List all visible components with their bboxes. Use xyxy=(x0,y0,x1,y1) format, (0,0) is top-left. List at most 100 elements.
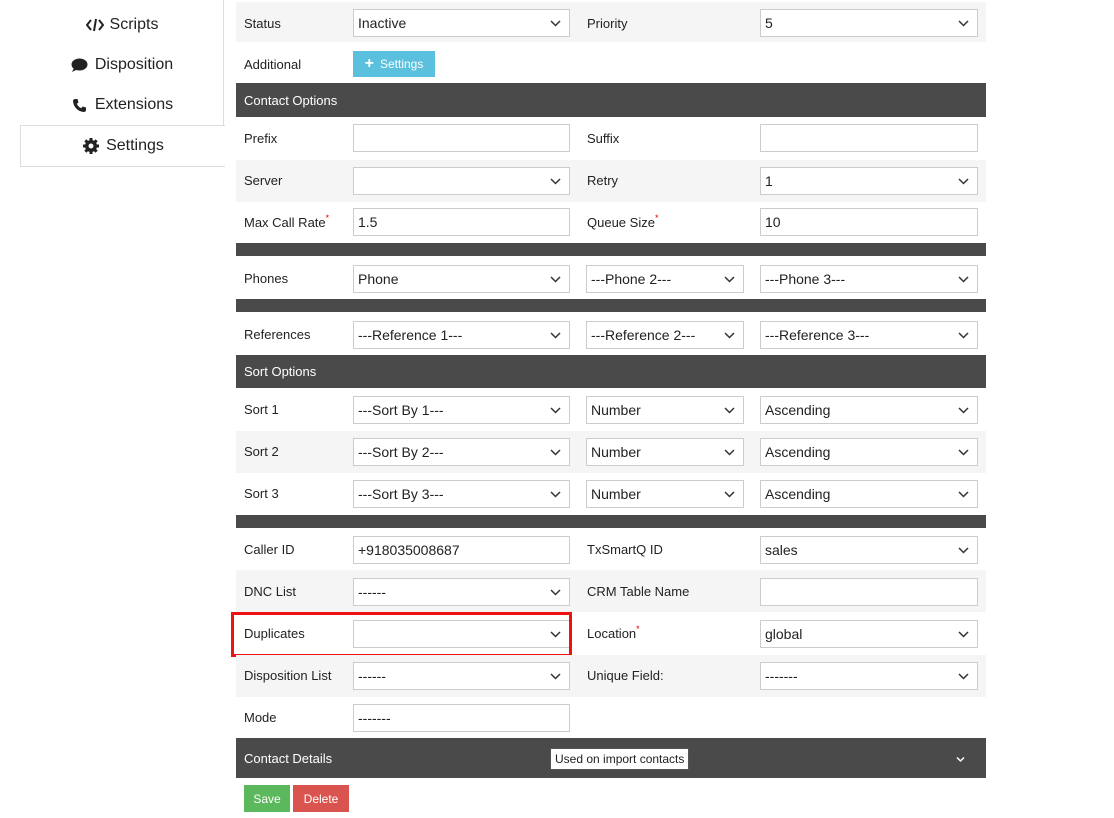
crm-table-label: CRM Table Name xyxy=(587,584,690,599)
dnc-list-value: ------ xyxy=(358,584,386,600)
sort-2-label: Sort 2 xyxy=(244,444,279,459)
caller-id-label: Caller ID xyxy=(244,542,295,557)
phone-3-value: ---Phone 3--- xyxy=(765,271,846,287)
prefix-label: Prefix xyxy=(244,131,278,146)
sort-3-by-select[interactable]: ---Sort By 3--- xyxy=(353,480,570,508)
crm-table-input[interactable] xyxy=(760,578,978,606)
sort-2-type-select[interactable]: Number xyxy=(586,438,744,466)
sort-2-order-select[interactable]: Ascending xyxy=(760,438,978,466)
delete-button[interactable]: Delete xyxy=(293,785,349,812)
max-call-rate-value: 1.5 xyxy=(358,214,378,230)
phones-label: Phones xyxy=(244,271,289,286)
chevron-down-icon xyxy=(958,332,969,339)
chevron-down-icon xyxy=(550,20,561,27)
phone-3-select[interactable]: ---Phone 3--- xyxy=(760,265,978,293)
location-text: Location xyxy=(587,626,637,641)
chevron-down-icon xyxy=(724,332,735,339)
unique-field-value: ------- xyxy=(765,668,798,684)
chevron-down-icon xyxy=(550,178,561,185)
server-label: Server xyxy=(244,173,283,188)
priority-value: 5 xyxy=(765,15,773,31)
priority-select[interactable]: 5 xyxy=(760,9,978,37)
divider-bar xyxy=(236,299,986,312)
txsmartq-id-label: TxSmartQ ID xyxy=(587,542,663,557)
sort-2-order-value: Ascending xyxy=(765,444,831,460)
reference-2-value: ---Reference 2--- xyxy=(591,327,696,343)
chevron-down-icon xyxy=(550,449,561,456)
gear-icon xyxy=(82,137,100,155)
sidebar-item-disposition[interactable]: Disposition xyxy=(20,45,224,85)
divider-bar xyxy=(236,243,986,256)
chevron-down-icon xyxy=(550,276,561,283)
reference-2-select[interactable]: ---Reference 2--- xyxy=(586,321,744,349)
sidebar-item-label: Disposition xyxy=(94,56,174,73)
mode-label: Mode xyxy=(244,710,277,725)
sort-3-by-value: ---Sort By 3--- xyxy=(358,486,444,502)
suffix-input[interactable] xyxy=(760,124,978,152)
additional-settings-button[interactable]: + Settings xyxy=(353,51,435,77)
sort-3-type-value: Number xyxy=(591,486,641,502)
mode-input[interactable]: ------- xyxy=(353,704,570,732)
chevron-down-icon xyxy=(550,491,561,498)
chevron-down-icon xyxy=(724,491,735,498)
plus-icon: + xyxy=(364,55,374,72)
phone-1-select[interactable]: Phone xyxy=(353,265,570,293)
required-marker: * xyxy=(636,624,640,634)
chevron-down-icon xyxy=(958,491,969,498)
save-button[interactable]: Save xyxy=(244,785,290,812)
max-call-rate-input[interactable]: 1.5 xyxy=(353,208,570,236)
section-title: Contact Details xyxy=(244,750,333,766)
chevron-down-icon xyxy=(958,178,969,185)
sort-1-type-select[interactable]: Number xyxy=(586,396,744,424)
queue-size-text: Queue Size xyxy=(587,215,655,230)
phone-2-value: ---Phone 2--- xyxy=(591,271,672,287)
chevron-down-icon xyxy=(724,449,735,456)
sort-2-by-select[interactable]: ---Sort By 2--- xyxy=(353,438,570,466)
unique-field-label: Unique Field: xyxy=(587,668,664,683)
chevron-down-icon xyxy=(958,449,969,456)
txsmartq-id-select[interactable]: sales xyxy=(760,536,978,564)
chevron-down-icon xyxy=(550,589,561,596)
sort-1-by-select[interactable]: ---Sort By 1--- xyxy=(353,396,570,424)
location-select[interactable]: global xyxy=(760,620,978,648)
sidebar-item-extensions[interactable]: Extensions xyxy=(20,85,224,125)
status-select[interactable]: Inactive xyxy=(353,9,570,37)
location-value: global xyxy=(765,626,803,642)
comment-icon xyxy=(71,56,89,74)
queue-size-input[interactable]: 10 xyxy=(760,208,978,236)
sidebar-item-scripts[interactable]: Scripts xyxy=(20,5,224,45)
reference-3-select[interactable]: ---Reference 3--- xyxy=(760,321,978,349)
server-select[interactable] xyxy=(353,167,570,195)
sidebar-item-settings[interactable]: Settings xyxy=(20,125,225,167)
reference-1-select[interactable]: ---Reference 1--- xyxy=(353,321,570,349)
sort-3-order-select[interactable]: Ascending xyxy=(760,480,978,508)
sort-1-by-value: ---Sort By 1--- xyxy=(358,402,444,418)
disposition-list-select[interactable]: ------ xyxy=(353,662,570,690)
sort-3-type-select[interactable]: Number xyxy=(586,480,744,508)
sort-1-label: Sort 1 xyxy=(244,402,279,417)
sort-3-order-value: Ascending xyxy=(765,486,831,502)
sidebar-item-label: Scripts xyxy=(109,16,159,33)
retry-select[interactable]: 1 xyxy=(760,167,978,195)
chevron-down-icon xyxy=(956,756,965,763)
queue-size-label: Queue Size* xyxy=(587,213,659,230)
prefix-input[interactable] xyxy=(353,124,570,152)
status-label: Status xyxy=(244,16,281,31)
sort-1-type-value: Number xyxy=(591,402,641,418)
caller-id-input[interactable]: +918035008687 xyxy=(353,536,570,564)
sort-2-by-value: ---Sort By 2--- xyxy=(358,444,444,460)
sort-1-order-value: Ascending xyxy=(765,402,831,418)
phone-2-select[interactable]: ---Phone 2--- xyxy=(586,265,744,293)
dnc-list-select[interactable]: ------ xyxy=(353,578,570,606)
chevron-down-icon xyxy=(958,547,969,554)
tooltip: Used on import contacts xyxy=(550,748,690,770)
required-marker: * xyxy=(654,213,659,223)
contact-options-header: Contact Options xyxy=(236,83,986,117)
unique-field-select[interactable]: ------- xyxy=(760,662,978,690)
required-marker: * xyxy=(325,213,330,223)
priority-label: Priority xyxy=(587,16,628,31)
location-label: Location* xyxy=(587,624,640,641)
reference-1-value: ---Reference 1--- xyxy=(358,327,463,343)
sidebar-item-label: Extensions xyxy=(94,96,174,113)
sort-1-order-select[interactable]: Ascending xyxy=(760,396,978,424)
